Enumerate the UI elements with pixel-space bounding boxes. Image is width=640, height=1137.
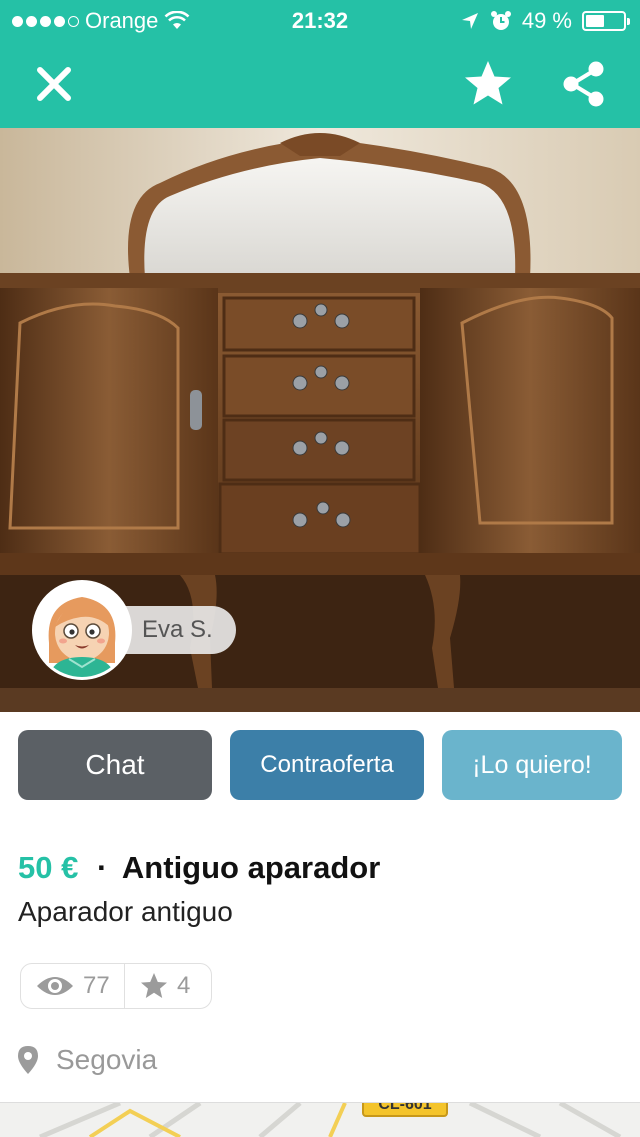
- favorite-star-icon[interactable]: [460, 56, 516, 112]
- status-right: 49 %: [460, 8, 630, 34]
- battery-percent: 49 %: [521, 8, 572, 33]
- title-separator: ·: [96, 850, 108, 885]
- location-city: Segovia: [56, 1044, 158, 1075]
- star-icon: [141, 973, 167, 998]
- views-count: 77: [83, 972, 110, 999]
- nav-bar: [0, 40, 640, 128]
- battery-icon: [582, 11, 630, 31]
- want-it-button[interactable]: ¡Lo quiero!: [442, 730, 622, 800]
- counteroffer-button[interactable]: Contraoferta: [230, 730, 424, 800]
- item-stats: 77 4: [20, 963, 212, 1009]
- close-icon[interactable]: [28, 58, 80, 110]
- location-row[interactable]: Segovia: [18, 1044, 157, 1076]
- favorites-stat: 4: [125, 964, 190, 1008]
- road-label: CL-601: [362, 1103, 448, 1117]
- alarm-icon: [490, 11, 511, 30]
- location-map[interactable]: CL-601: [0, 1102, 640, 1137]
- item-price: 50 €: [18, 850, 79, 885]
- location-arrow-icon: [461, 13, 478, 29]
- item-description: Aparador antiguo: [18, 896, 233, 927]
- share-icon[interactable]: [556, 56, 612, 112]
- map-pin-icon: [18, 1046, 38, 1074]
- eye-icon: [37, 977, 73, 995]
- favorites-count: 4: [177, 972, 191, 999]
- views-stat: 77: [21, 964, 125, 1008]
- status-bar: Orange 21:32 49 %: [0, 0, 640, 40]
- seller-avatar[interactable]: [32, 580, 132, 680]
- chat-button[interactable]: Chat: [18, 730, 212, 800]
- item-title: Antiguo aparador: [121, 850, 381, 885]
- item-title-line: 50 € · Antiguo aparador: [18, 850, 380, 886]
